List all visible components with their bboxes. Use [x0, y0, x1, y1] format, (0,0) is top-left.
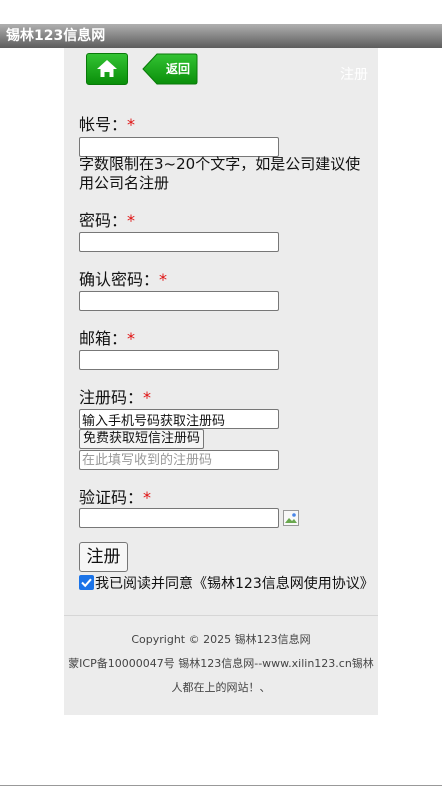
account-hint: 字数限制在3~20个文字，如是公司建议使用公司名注册: [79, 155, 361, 192]
captcha-broken-image-icon[interactable]: [283, 510, 299, 526]
site-title: 锡林123信息网: [6, 28, 106, 44]
required-mark: *: [143, 388, 152, 407]
agree-text[interactable]: 我已阅读并同意《锡林123信息网使用协议》: [95, 573, 374, 593]
back-label: 返回: [165, 62, 190, 76]
icp-text-line1: 蒙ICP备10000047号 锡林123信息网--www.xilin123.cn…: [68, 657, 374, 670]
icp-text-line2: 人都在上的网站！、: [171, 681, 271, 694]
account-label: 帐号：*: [79, 115, 136, 134]
footer-divider: [64, 615, 378, 616]
required-mark: *: [127, 115, 136, 134]
captcha-label: 验证码：*: [79, 488, 152, 507]
back-button[interactable]: 返回: [142, 53, 198, 85]
register-submit-button[interactable]: 注册: [79, 542, 128, 572]
home-icon: [97, 60, 117, 77]
reg-code-input[interactable]: [79, 450, 279, 470]
required-mark: *: [159, 270, 168, 289]
phone-number-input[interactable]: [79, 409, 279, 429]
reg-code-label: 注册码：*: [79, 388, 152, 407]
copyright-text: Copyright © 2025 锡林123信息网: [131, 633, 311, 646]
confirm-password-input[interactable]: [79, 291, 279, 311]
home-button[interactable]: [86, 53, 128, 85]
password-label: 密码：*: [79, 211, 136, 230]
footer: Copyright © 2025 锡林123信息网 蒙ICP备10000047号…: [64, 628, 378, 700]
get-sms-code-button[interactable]: 免费获取短信注册码: [79, 429, 205, 449]
password-input[interactable]: [79, 232, 279, 252]
site-title-bar: 锡林123信息网: [0, 24, 442, 48]
agree-checkbox[interactable]: [79, 575, 94, 590]
email-label: 邮箱：*: [79, 329, 136, 348]
page-title: 注册: [340, 67, 368, 83]
required-mark: *: [143, 488, 152, 507]
checkmark-icon: [81, 578, 92, 588]
register-panel: 返回 注册 帐号：* 字数限制在3~20个文字，如是公司建议使用公司名注册 密码…: [64, 48, 378, 715]
required-mark: *: [127, 211, 136, 230]
captcha-input[interactable]: [79, 508, 279, 528]
account-input[interactable]: [79, 137, 279, 157]
required-mark: *: [127, 329, 136, 348]
confirm-password-label: 确认密码：*: [79, 270, 168, 289]
email-input[interactable]: [79, 350, 279, 370]
